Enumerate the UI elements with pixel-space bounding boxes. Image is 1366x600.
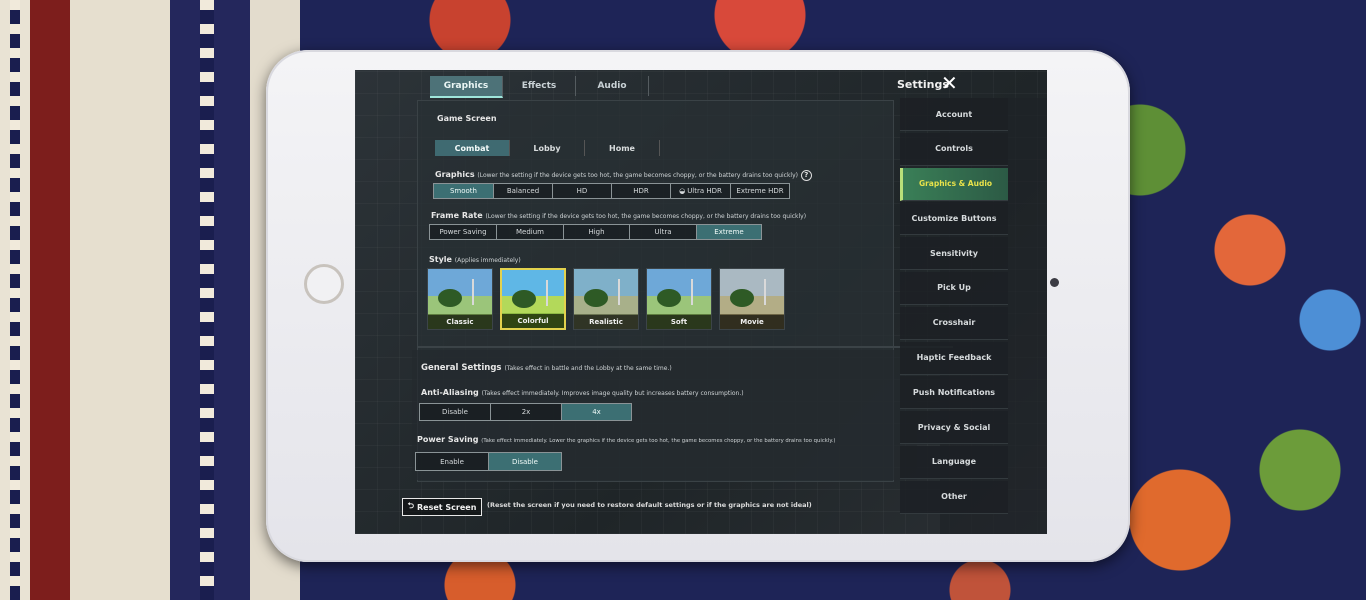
- subtab-home[interactable]: Home: [585, 140, 660, 156]
- anti-aliasing-row: Anti-Aliasing (Takes effect immediately.…: [421, 388, 744, 397]
- tab-effects[interactable]: Effects: [503, 76, 576, 96]
- sidebar-item-account[interactable]: Account: [900, 98, 1008, 131]
- front-camera: [1050, 278, 1059, 287]
- graphics-note: (Lower the setting if the device gets to…: [477, 172, 798, 179]
- option-aa-disable[interactable]: Disable: [420, 404, 491, 420]
- sidebar-item-crosshair[interactable]: Crosshair: [900, 306, 1008, 340]
- tree-icon: [584, 289, 608, 307]
- fabric-dot-stripe: [200, 0, 214, 600]
- sidebar-item-haptic-feedback[interactable]: Haptic Feedback: [900, 341, 1008, 375]
- tower-icon: [546, 280, 548, 306]
- frame-rate-label-row: Frame Rate (Lower the setting if the dev…: [431, 211, 806, 220]
- option-ultra[interactable]: Ultra: [630, 225, 697, 239]
- option-ps-disable[interactable]: Disable: [489, 453, 561, 470]
- help-icon[interactable]: ?: [800, 170, 812, 181]
- settings-sidebar: Account Controls Graphics & Audio Custom…: [900, 98, 1008, 516]
- tower-icon: [472, 279, 474, 305]
- frame-rate-label: Frame Rate: [431, 211, 483, 220]
- subtab-lobby[interactable]: Lobby: [510, 140, 585, 156]
- undo-icon: ⮌: [407, 501, 415, 510]
- sidebar-item-graphics-audio[interactable]: Graphics & Audio: [900, 167, 1008, 201]
- reset-screen-label: Reset Screen: [417, 502, 477, 512]
- tree-icon: [657, 289, 681, 307]
- sidebar-item-other[interactable]: Other: [900, 480, 1008, 514]
- frame-rate-note: (Lower the setting if the device gets to…: [485, 213, 807, 220]
- tab-graphics[interactable]: Graphics: [430, 76, 503, 98]
- tree-icon: [730, 289, 754, 307]
- style-movie[interactable]: Movie: [719, 268, 785, 330]
- power-saving-label: Power Saving: [417, 435, 479, 444]
- sidebar-item-customize-buttons[interactable]: Customize Buttons: [900, 202, 1008, 236]
- style-soft[interactable]: Soft: [646, 268, 712, 330]
- tree-icon: [438, 289, 462, 307]
- style-colorful-label: Colorful: [502, 314, 564, 328]
- power-saving-row: Power Saving (Take effect immediately. L…: [417, 435, 835, 444]
- graphics-label-row: Graphics (Lower the setting if the devic…: [435, 170, 812, 181]
- anti-aliasing-note: (Takes effect immediately. Improves imag…: [481, 390, 744, 397]
- sidebar-item-sensitivity[interactable]: Sensitivity: [900, 237, 1008, 271]
- style-label-row: Style (Applies immediately): [429, 255, 521, 264]
- option-aa-2x[interactable]: 2x: [491, 404, 562, 420]
- anti-aliasing-selector: Disable 2x 4x: [419, 403, 632, 421]
- sidebar-item-pick-up[interactable]: Pick Up: [900, 271, 1008, 305]
- option-smooth[interactable]: Smooth: [434, 184, 494, 198]
- general-settings-row: General Settings (Takes effect in battle…: [421, 363, 672, 373]
- style-label: Style: [429, 255, 452, 264]
- sidebar-item-controls[interactable]: Controls: [900, 132, 1008, 166]
- option-balanced[interactable]: Balanced: [494, 184, 553, 198]
- option-extreme-hdr[interactable]: Extreme HDR: [731, 184, 789, 198]
- fabric-dot-stripe: [10, 0, 20, 600]
- style-options: Classic Colorful Realistic Soft Movie: [427, 268, 785, 330]
- power-saving-selector: Enable Disable: [415, 452, 562, 471]
- option-hdr[interactable]: HDR: [612, 184, 671, 198]
- graphics-label: Graphics: [435, 170, 475, 179]
- style-soft-label: Soft: [647, 315, 711, 329]
- power-saving-note: (Take effect immediately. Lower the grap…: [481, 438, 836, 444]
- tree-icon: [512, 290, 536, 308]
- sidebar-item-language[interactable]: Language: [900, 445, 1008, 479]
- top-tab-bar: Graphics Effects Audio: [430, 76, 649, 98]
- option-ultra-hdr[interactable]: ◒ Ultra HDR: [671, 184, 731, 198]
- option-extreme[interactable]: Extreme: [697, 225, 761, 239]
- frame-rate-selector: Power Saving Medium High Ultra Extreme: [429, 224, 762, 240]
- option-high[interactable]: High: [564, 225, 630, 239]
- game-screen-title: Game Screen: [437, 114, 497, 123]
- option-medium[interactable]: Medium: [497, 225, 564, 239]
- style-movie-label: Movie: [720, 315, 784, 329]
- anti-aliasing-label: Anti-Aliasing: [421, 388, 479, 397]
- subtab-combat[interactable]: Combat: [435, 140, 510, 156]
- option-aa-4x[interactable]: 4x: [562, 404, 631, 420]
- tower-icon: [764, 279, 766, 305]
- sidebar-item-push-notifications[interactable]: Push Notifications: [900, 376, 1008, 410]
- game-settings-screen: Graphics Effects Audio Settings ✕ Game S…: [355, 70, 1047, 534]
- sidebar-item-privacy-social[interactable]: Privacy & Social: [900, 411, 1008, 445]
- tab-audio[interactable]: Audio: [576, 76, 649, 96]
- style-classic-label: Classic: [428, 315, 492, 329]
- style-note: (Applies immediately): [454, 257, 521, 264]
- style-realistic-label: Realistic: [574, 315, 638, 329]
- option-hd[interactable]: HD: [553, 184, 612, 198]
- tower-icon: [618, 279, 620, 305]
- style-realistic[interactable]: Realistic: [573, 268, 639, 330]
- option-ps-enable[interactable]: Enable: [416, 453, 489, 470]
- style-colorful[interactable]: Colorful: [500, 268, 566, 330]
- reset-screen-button[interactable]: ⮌ Reset Screen: [402, 498, 482, 516]
- graphics-quality-selector: Smooth Balanced HD HDR ◒ Ultra HDR Extrem…: [433, 183, 790, 199]
- section-divider: [417, 346, 953, 348]
- general-settings-title: General Settings: [421, 363, 502, 373]
- reset-screen-note: (Reset the screen if you need to restore…: [487, 501, 812, 509]
- general-settings-note: (Takes effect in battle and the Lobby at…: [504, 365, 672, 372]
- lock-icon: ◒: [679, 187, 686, 195]
- tower-icon: [691, 279, 693, 305]
- option-power-saving[interactable]: Power Saving: [430, 225, 497, 239]
- option-ultra-hdr-label: Ultra HDR: [687, 187, 722, 195]
- game-screen-tabs: Combat Lobby Home: [435, 140, 660, 156]
- close-icon[interactable]: ✕: [941, 72, 958, 94]
- style-classic[interactable]: Classic: [427, 268, 493, 330]
- home-button[interactable]: [304, 264, 344, 304]
